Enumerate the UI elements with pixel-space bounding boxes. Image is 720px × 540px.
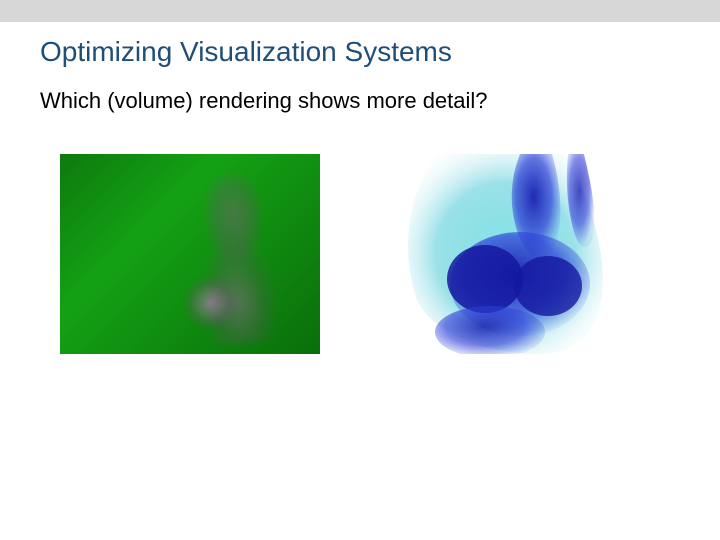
bone-highlight-icon bbox=[185, 278, 235, 328]
slide-title: Optimizing Visualization Systems bbox=[40, 36, 680, 68]
rendering-right bbox=[370, 154, 630, 354]
joint-volume-icon bbox=[370, 154, 630, 354]
slide-question: Which (volume) rendering shows more deta… bbox=[40, 88, 680, 114]
slide-content: Optimizing Visualization Systems Which (… bbox=[0, 22, 720, 354]
rendering-left bbox=[60, 154, 320, 354]
header-bar bbox=[0, 0, 720, 22]
rendering-row bbox=[40, 154, 680, 354]
